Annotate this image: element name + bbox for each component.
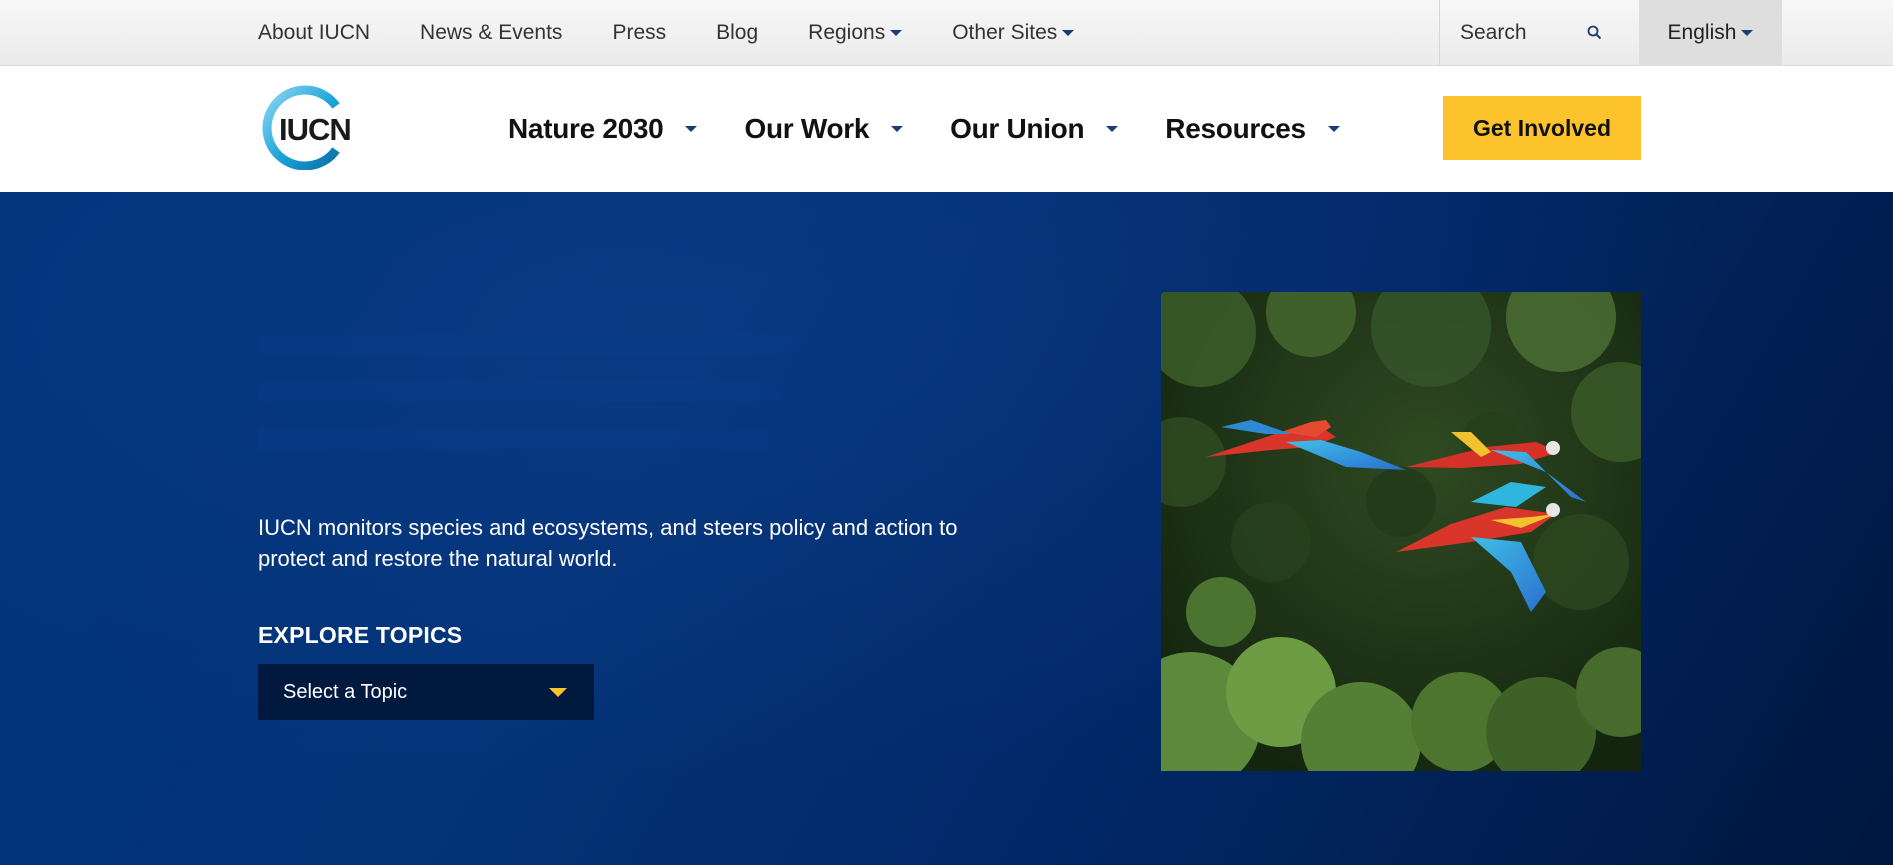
primary-nav: Nature 2030 Our Work Our Union Resources bbox=[508, 66, 1387, 192]
search-placeholder: Search bbox=[1460, 21, 1527, 44]
topic-select[interactable]: Select a Topic bbox=[258, 664, 594, 720]
nav-item-label: Our Work bbox=[744, 113, 870, 144]
nav-item-resources[interactable]: Resources bbox=[1165, 113, 1340, 145]
macaws-photo bbox=[1161, 292, 1641, 771]
nav-item-our-union[interactable]: Our Union bbox=[950, 113, 1119, 145]
nav-item-our-work[interactable]: Our Work bbox=[744, 113, 904, 145]
search-input[interactable]: Search bbox=[1439, 0, 1639, 66]
hero-heading-placeholder bbox=[258, 380, 778, 402]
hero-heading-placeholder bbox=[258, 334, 798, 356]
utility-links: About IUCN News & Events Press Blog Regi… bbox=[258, 0, 1124, 66]
nav-item-label: Resources bbox=[1165, 113, 1306, 144]
utility-link-press[interactable]: Press bbox=[612, 21, 666, 45]
get-involved-button[interactable]: Get Involved bbox=[1443, 96, 1641, 160]
hero-heading-placeholder bbox=[258, 428, 768, 450]
logo-text: IUCN bbox=[279, 112, 352, 147]
chevron-down-icon bbox=[890, 30, 903, 36]
search-icon[interactable] bbox=[1586, 24, 1604, 42]
utility-link-news-events[interactable]: News & Events bbox=[420, 21, 562, 45]
hero-description: IUCN monitors species and ecosystems, an… bbox=[258, 515, 958, 571]
utility-link-label: Regions bbox=[808, 21, 886, 44]
utility-bar: About IUCN News & Events Press Blog Regi… bbox=[0, 0, 1893, 66]
utility-link-regions[interactable]: Regions bbox=[808, 21, 903, 45]
utility-link-blog[interactable]: Blog bbox=[716, 21, 758, 45]
utility-link-label: News & Events bbox=[420, 21, 563, 44]
topic-select-value: Select a Topic bbox=[283, 680, 408, 703]
nav-item-label: Nature 2030 bbox=[508, 113, 664, 144]
nav-item-nature-2030[interactable]: Nature 2030 bbox=[508, 113, 698, 145]
chevron-down-icon bbox=[549, 688, 567, 697]
chevron-down-icon bbox=[891, 126, 904, 132]
utility-link-label: Blog bbox=[716, 21, 759, 44]
utility-link-other-sites[interactable]: Other Sites bbox=[952, 21, 1075, 45]
explore-topics-heading: EXPLORE TOPICS bbox=[258, 622, 463, 648]
utility-link-about[interactable]: About IUCN bbox=[258, 21, 370, 45]
utility-link-label: About IUCN bbox=[258, 21, 371, 44]
chevron-down-icon bbox=[1741, 30, 1754, 36]
chevron-down-icon bbox=[1327, 126, 1340, 132]
iucn-logo[interactable]: IUCN bbox=[256, 84, 352, 171]
nav-item-label: Our Union bbox=[950, 113, 1085, 144]
hero-image bbox=[1161, 292, 1641, 771]
chevron-down-icon bbox=[685, 126, 698, 132]
utility-link-label: Other Sites bbox=[952, 21, 1058, 44]
language-label: English bbox=[1667, 21, 1737, 44]
utility-link-label: Press bbox=[612, 21, 667, 44]
language-selector[interactable]: English bbox=[1639, 0, 1782, 66]
main-nav: IUCN Nature 2030 Our Work Our Union Reso… bbox=[0, 66, 1893, 192]
hero-section: IUCN monitors species and ecosystems, an… bbox=[0, 192, 1893, 865]
chevron-down-icon bbox=[1106, 126, 1119, 132]
chevron-down-icon bbox=[1062, 30, 1075, 36]
